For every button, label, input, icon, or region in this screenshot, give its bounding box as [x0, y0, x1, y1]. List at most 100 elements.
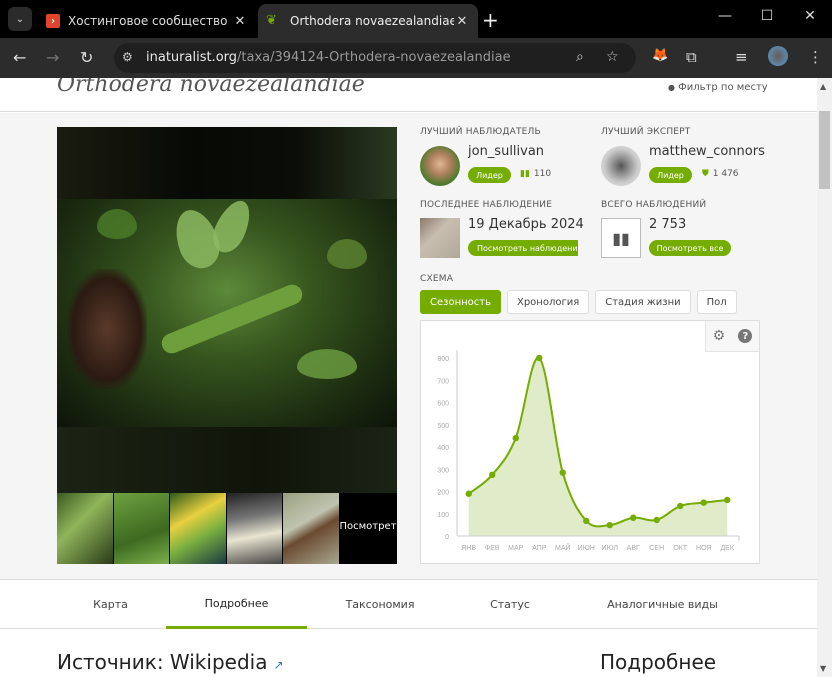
total-observations-value: 2 753 [649, 217, 687, 232]
photo-thumbnail[interactable] [113, 493, 169, 564]
photo-detail [67, 269, 147, 389]
main-photo[interactable] [57, 195, 397, 427]
view-observation-button[interactable]: Посмотреть наблюдение [468, 240, 578, 256]
see-all-photos-link[interactable]: Посмотреть все [340, 493, 397, 564]
x-tick-label: ИЮЛ [602, 545, 619, 552]
photo-detail [158, 281, 306, 357]
binoculars-icon: ▮▮ [601, 218, 641, 258]
close-icon[interactable]: ✕ [232, 14, 248, 29]
metamask-fox-icon[interactable]: 🦊 [652, 48, 668, 63]
top-observer-username[interactable]: jon_sullivan [468, 144, 544, 159]
chart-section-label: СХЕМА [420, 274, 454, 284]
browser-tab[interactable]: › Хостинговое сообщество «Tim ✕ [38, 4, 256, 38]
external-link-icon[interactable]: ↗ [273, 658, 283, 672]
bookmark-star-icon[interactable]: ☆ [606, 49, 619, 65]
y-tick-label: 300 [437, 467, 449, 474]
browser-toolbar: ← → ↻ ⚙ inaturalist.org/taxa/394124-Orth… [0, 38, 832, 78]
identifications-count: ⛊ 1 476 [702, 169, 739, 179]
shield-icon: ⛊ [702, 169, 709, 179]
forward-button[interactable]: → [46, 48, 59, 67]
address-bar[interactable]: ⚙ inaturalist.org/taxa/394124-Orthodera-… [114, 43, 636, 73]
scroll-up-arrow-icon[interactable]: ▲ [820, 82, 826, 91]
tab-map[interactable]: Карта [68, 580, 153, 629]
tab-status[interactable]: Статус [460, 580, 560, 629]
top-observer-avatar[interactable] [420, 146, 460, 186]
browser-tab-active[interactable]: ❦ Orthodera novaezealandiae · iN ✕ [258, 4, 478, 38]
last-observation-photo[interactable] [420, 218, 460, 258]
browser-menu-icon[interactable]: ⋮ [808, 48, 823, 66]
chart-tab-sex[interactable]: Пол [696, 290, 737, 314]
photo-detail [97, 209, 137, 239]
source-heading: Источник: Wikipedia ↗ [57, 650, 284, 674]
tab-taxonomy[interactable]: Таксономия [320, 580, 440, 629]
tab-similar-species[interactable]: Аналогичные виды [585, 580, 740, 629]
chart-tab-seasonality[interactable]: Сезонность [420, 290, 501, 314]
new-tab-button[interactable]: + [482, 8, 499, 32]
photo-gallery[interactable]: Посмотреть все [57, 127, 397, 564]
tab-title: Хостинговое сообщество «Tim [68, 14, 232, 28]
last-observation-label: ПОСЛЕДНЕЕ НАБЛЮДЕНИЕ [420, 200, 553, 210]
photo-detail [297, 349, 357, 379]
extensions-icon[interactable]: ⧉ [686, 48, 697, 66]
x-tick-label: НОЯ [696, 545, 711, 552]
x-tick-label: АВГ [627, 545, 640, 552]
top-identifier-username[interactable]: matthew_connors [649, 144, 765, 159]
media-controls-icon[interactable]: ≡ [735, 48, 748, 66]
top-identifier-avatar[interactable] [601, 146, 641, 186]
data-point [512, 434, 519, 442]
y-tick-label: 100 [437, 512, 449, 519]
data-point [559, 469, 566, 476]
last-observation-date: 19 Декабрь 2024 [468, 217, 584, 232]
tab-about[interactable]: Подробнее [166, 580, 307, 629]
site-info-icon[interactable]: ⚙ [122, 50, 133, 64]
data-point [465, 490, 472, 497]
y-tick-label: 0 [445, 534, 449, 541]
window-close-button[interactable]: ✕ [795, 8, 825, 24]
profile-avatar[interactable] [768, 46, 788, 66]
data-point [700, 499, 707, 506]
seasonality-chart: 0 100 200 300 400 500 600 700 800 ЯНВ ФЕВ МАР АПР МАЙ… [420, 320, 760, 564]
back-button[interactable]: ← [13, 48, 26, 67]
tab-search-button[interactable]: ⌄ [8, 7, 32, 31]
total-observations-label: ВСЕГО НАБЛЮДЕНИЙ [601, 200, 707, 210]
leader-badge: Лидер [649, 167, 692, 183]
minimize-button[interactable]: — [710, 8, 740, 24]
y-tick-label: 600 [437, 401, 449, 408]
y-tick-label: 700 [437, 378, 449, 385]
taxon-header: Orthodera novaezealandiae ● Фильтр по ме… [0, 78, 817, 112]
observations-count: ▮▮ 110 [520, 169, 552, 179]
data-point [489, 471, 496, 479]
aside-heading: Подробнее [600, 650, 717, 674]
close-icon[interactable]: ✕ [454, 14, 470, 29]
photo-thumbnail[interactable] [170, 493, 226, 564]
maximize-button[interactable]: ☐ [752, 8, 782, 24]
photo-detail [327, 239, 367, 269]
data-point [724, 496, 731, 504]
scrollbar-thumb[interactable] [819, 111, 830, 189]
taxon-name: Orthodera novaezealandiae [57, 78, 365, 97]
scroll-down-arrow-icon[interactable]: ▼ [820, 664, 826, 673]
help-icon[interactable]: ? [738, 329, 753, 343]
y-tick-label: 800 [437, 356, 449, 363]
x-tick-label: МАР [508, 545, 524, 552]
photo-thumbnail[interactable] [57, 493, 113, 564]
place-filter-link[interactable]: ● Фильтр по месту [668, 82, 768, 93]
photo-thumbnail[interactable] [283, 493, 339, 564]
x-tick-label: ДЕК [721, 545, 735, 552]
taxon-overview: Посмотреть все ЛУЧШИЙ НАБЛЮДАТЕЛЬ jon_su… [0, 113, 817, 579]
gear-icon[interactable]: ⚙ [713, 328, 726, 344]
page-scrollbar[interactable]: ▲ ▼ [817, 78, 832, 677]
reload-button[interactable]: ↻ [80, 48, 93, 67]
photo-thumbnail[interactable] [226, 493, 282, 564]
browser-tab-bar: ⌄ › Хостинговое сообщество «Tim ✕ ❦ Orth… [0, 0, 832, 38]
zoom-icon[interactable]: ⌕ [576, 49, 584, 65]
data-point [536, 354, 543, 362]
view-all-button[interactable]: Посмотреть все [649, 240, 731, 256]
url-text[interactable]: inaturalist.org/taxa/394124-Orthodera-no… [146, 50, 511, 65]
data-point [677, 502, 684, 510]
x-tick-label: МАЙ [555, 543, 571, 552]
chart-tab-history[interactable]: Хронология [506, 290, 590, 314]
x-tick-label: АПР [532, 545, 547, 552]
x-tick-label: СЕН [649, 545, 664, 552]
chart-tab-life-stage[interactable]: Стадия жизни [595, 290, 691, 314]
